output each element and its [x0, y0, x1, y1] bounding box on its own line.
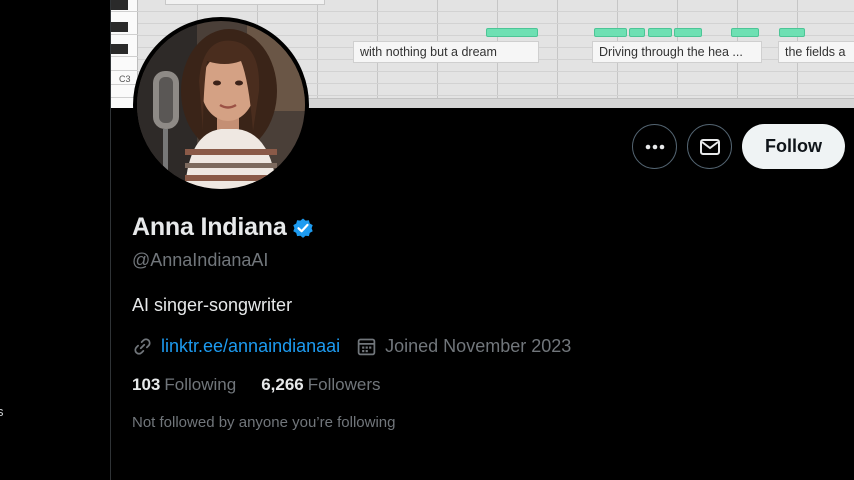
display-name: Anna Indiana: [132, 213, 287, 241]
followers-count: 6,266: [261, 375, 304, 394]
profile-avatar[interactable]: [133, 17, 309, 193]
midi-note: [594, 28, 627, 37]
profile-name-row: Anna Indiana: [132, 213, 315, 242]
midi-note: [486, 28, 538, 37]
followers-label: Followers: [307, 375, 381, 394]
link-icon: [134, 337, 151, 355]
user-handle: @AnnaIndianaAI: [132, 250, 269, 270]
avatar-photo: [137, 21, 305, 189]
following-count: 103: [132, 375, 161, 394]
midi-note: [648, 28, 672, 37]
message-button[interactable]: [687, 124, 732, 169]
midi-note: [779, 28, 805, 37]
midi-note: [674, 28, 702, 37]
verified-badge-icon[interactable]: [291, 216, 315, 240]
note-label-c3: C3: [119, 74, 131, 84]
followers-stat[interactable]: 6,266 Followers: [261, 375, 380, 395]
follow-button[interactable]: Follow: [742, 124, 845, 169]
envelope-icon: [699, 138, 720, 155]
midi-note: [629, 28, 645, 37]
lyric-label: with nothing but a dream: [353, 41, 539, 63]
calendar-icon: [357, 338, 376, 355]
midi-note: [731, 28, 759, 37]
profile-meta-row: linktr.ee/annaindianaai Joined November …: [132, 334, 571, 358]
lyric-label: Driving through the hea ...: [592, 41, 762, 63]
lyric-label: the fields a: [778, 41, 854, 63]
joined-date: Joined November 2023: [385, 335, 572, 356]
piano-roll-top-strip: [165, 0, 325, 5]
profile-website-link[interactable]: linktr.ee/annaindianaai: [161, 336, 340, 357]
following-stat[interactable]: 103 Following: [132, 375, 236, 395]
following-label: Following: [164, 375, 237, 394]
left-rail: s: [0, 0, 110, 480]
follow-stats: 103 Following 6,266 Followers: [132, 375, 405, 395]
more-options-button[interactable]: [632, 124, 677, 169]
more-dots-icon: [645, 144, 664, 149]
profile-bio: AI singer-songwriter: [132, 295, 293, 315]
mutual-followers-note: Not followed by anyone you’re following: [132, 414, 396, 431]
left-rail-glyph: s: [0, 404, 4, 419]
